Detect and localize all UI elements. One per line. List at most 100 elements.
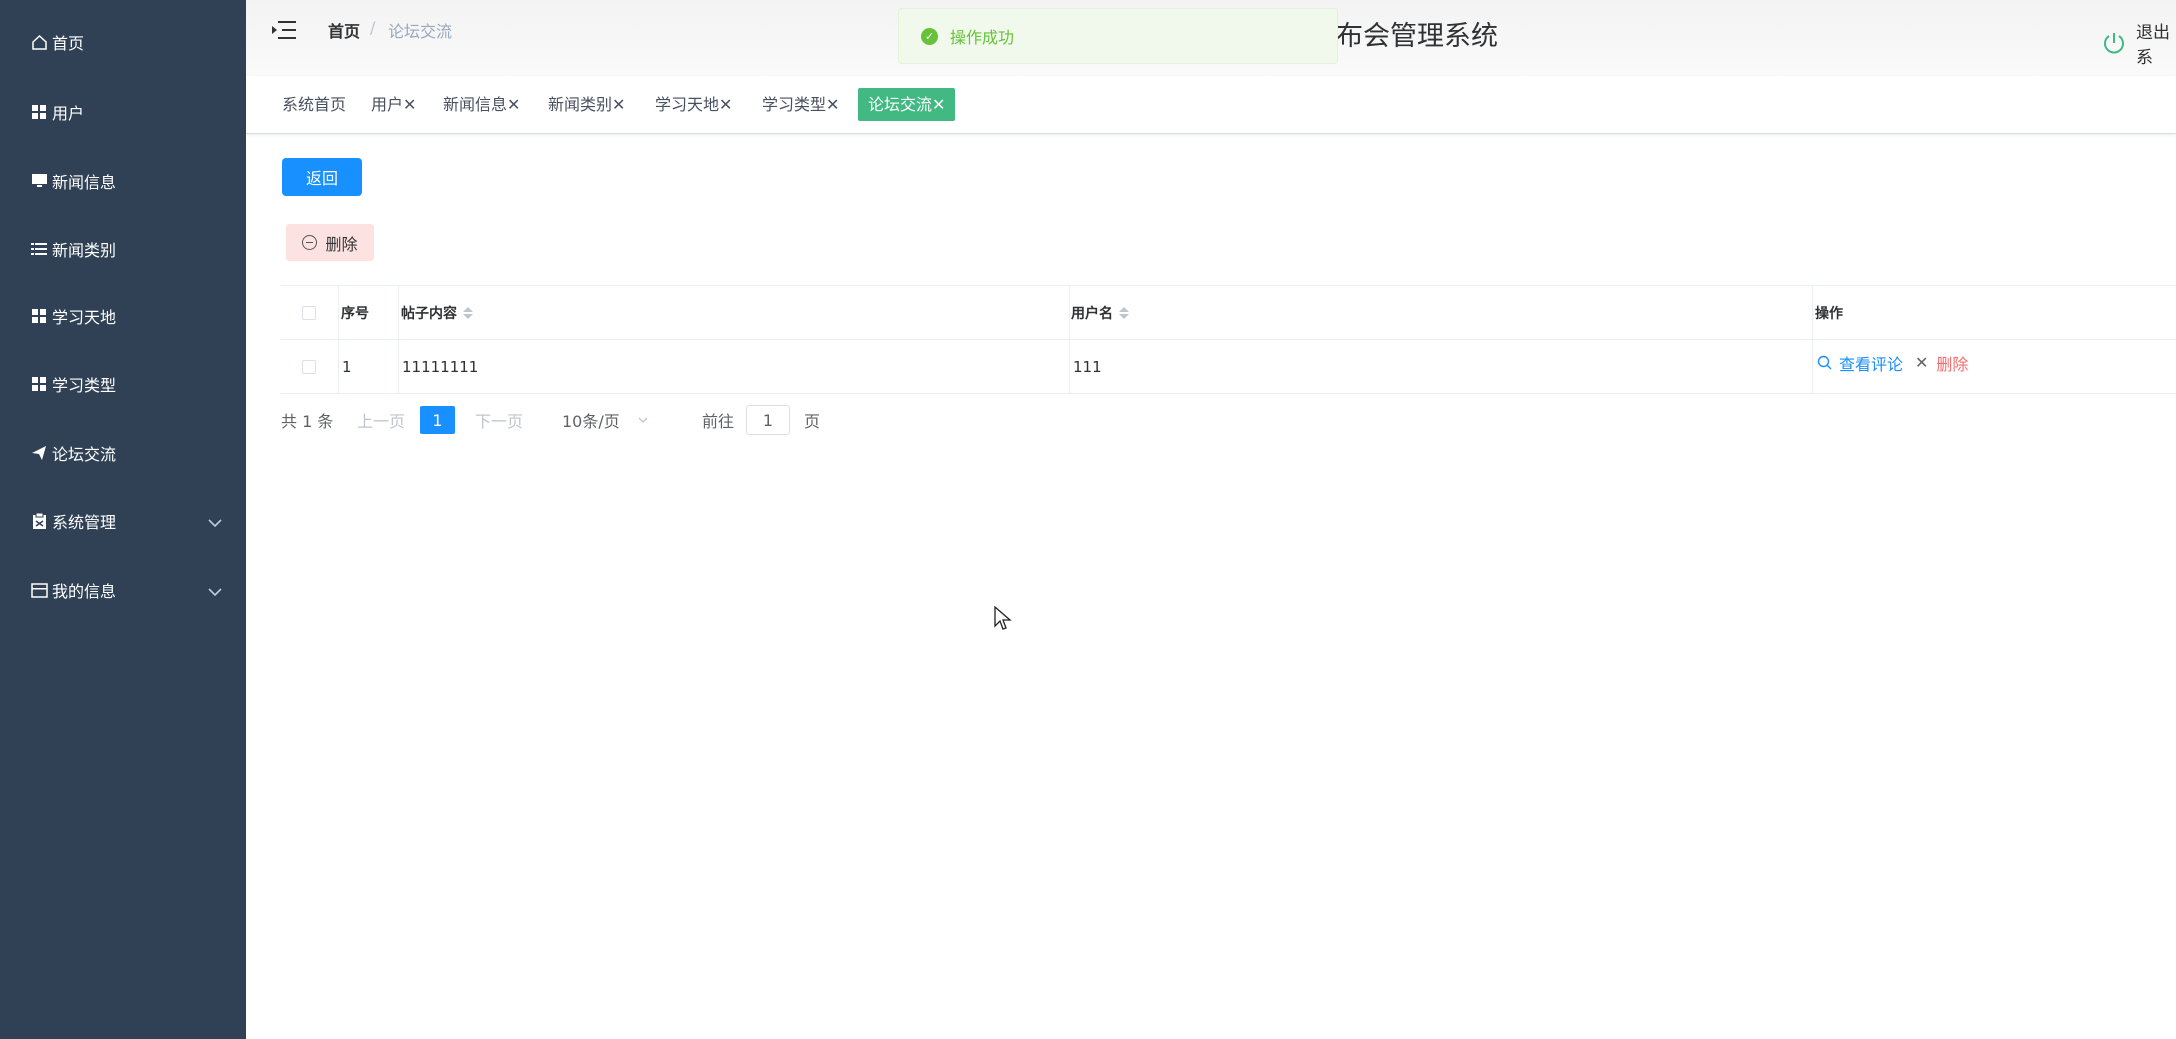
sidebar-item-study[interactable]: 学习天地 [0, 286, 246, 346]
sidebar-item-label: 系统管理 [52, 513, 117, 532]
sidebar-item-label: 用户 [52, 104, 85, 123]
grid-icon [30, 375, 48, 393]
sidebar-item-label: 新闻信息 [52, 173, 117, 192]
sidebar-item-forum[interactable]: 论坛交流 [0, 423, 246, 483]
tag-news-info[interactable]: 新闻信息✕ [437, 88, 526, 121]
chevron-down-icon [208, 513, 222, 532]
table-row: 1 11111111 111 查看评论 ✕ 删除 [281, 340, 2176, 394]
sidebar-item-label: 首页 [52, 34, 85, 53]
row-delete-label: 删除 [1936, 354, 1969, 374]
select-all-checkbox[interactable] [302, 305, 316, 320]
close-icon[interactable]: ✕ [612, 95, 625, 114]
tag-label: 新闻类别 [548, 95, 613, 114]
sort-caret-icon[interactable] [1119, 306, 1129, 319]
close-icon[interactable]: ✕ [507, 95, 520, 114]
sort-caret-icon[interactable] [463, 306, 473, 319]
batch-delete-button[interactable]: 删除 [286, 224, 374, 261]
close-icon[interactable]: ✕ [403, 95, 416, 114]
column-divider [398, 285, 399, 394]
sidebar-item-label: 论坛交流 [52, 445, 117, 464]
card-icon [30, 581, 48, 599]
sidebar-item-my-info[interactable]: 我的信息 [0, 560, 246, 620]
column-header-label: 用户名 [1071, 305, 1113, 322]
row-select-cell [281, 340, 337, 393]
close-icon[interactable]: ✕ [719, 95, 732, 114]
list-icon [30, 240, 48, 258]
column-header-label: 帖子内容 [401, 305, 457, 322]
column-header-index: 序号 [341, 305, 369, 322]
tag-study[interactable]: 学习天地✕ [649, 88, 738, 121]
breadcrumb-separator: / [370, 18, 376, 37]
row-content: 11111111 [402, 357, 479, 376]
page-size-select[interactable]: 10条/页 [562, 400, 648, 440]
goto-page-input[interactable]: 1 [746, 405, 790, 435]
next-page-button[interactable]: 下一页 [475, 400, 523, 440]
chevron-down-icon [638, 417, 648, 424]
monitor-icon [30, 172, 48, 190]
column-header-username[interactable]: 用户名 [1071, 286, 1571, 339]
logout-button[interactable]: 退出系 [2102, 18, 2176, 68]
power-icon [2102, 31, 2126, 55]
pagination: 共 1 条 上一页 1 下一页 10条/页 前往 1 页 [281, 400, 1181, 440]
column-divider [1812, 285, 1813, 394]
tag-label: 学习类型 [762, 95, 827, 114]
tag-study-type[interactable]: 学习类型✕ [756, 88, 845, 121]
column-divider [1069, 285, 1070, 394]
tag-label: 论坛交流 [868, 95, 933, 114]
page-suffix: 页 [804, 412, 821, 431]
breadcrumb-home[interactable]: 首页 [328, 18, 360, 42]
page-number-current[interactable]: 1 [420, 406, 455, 434]
tag-users[interactable]: 用户✕ [365, 88, 422, 121]
home-icon [30, 33, 48, 51]
sidebar-item-label: 新闻类别 [52, 241, 117, 260]
menu-toggle-icon[interactable] [272, 20, 296, 40]
success-toast: ✓ 操作成功 [898, 8, 1338, 64]
check-circle-icon: ✓ [921, 27, 938, 45]
sidebar: 首页 用户 新闻信息 新闻类别 学习天地 学习类型 论坛交流 系统管理 我的信息 [0, 0, 246, 1039]
sidebar-item-news-category[interactable]: 新闻类别 [0, 219, 246, 279]
tag-home[interactable]: 系统首页 [276, 88, 352, 121]
table-header: 序号 帖子内容 用户名 操作 [281, 285, 2176, 340]
delete-label: 删除 [325, 234, 358, 254]
sidebar-item-study-type[interactable]: 学习类型 [0, 354, 246, 414]
mouse-cursor-icon [994, 605, 1012, 636]
column-divider [338, 285, 339, 394]
back-button[interactable]: 返回 [282, 158, 362, 196]
sidebar-item-label: 学习天地 [52, 308, 117, 327]
row-index: 1 [342, 357, 352, 376]
breadcrumb-current: 论坛交流 [388, 22, 453, 41]
tags-view: 系统首页 用户✕ 新闻信息✕ 新闻类别✕ 学习天地✕ 学习类型✕ 论坛交流✕ [246, 76, 2176, 134]
view-comments-label: 查看评论 [1839, 354, 1904, 374]
row-checkbox[interactable] [302, 359, 316, 374]
send-icon [30, 444, 48, 462]
search-icon [1817, 355, 1832, 370]
grid-icon [30, 307, 48, 325]
logout-label: 退出系 [2136, 23, 2170, 68]
row-username: 111 [1073, 357, 1102, 376]
close-icon: ✕ [1915, 353, 1929, 372]
close-icon[interactable]: ✕ [826, 95, 839, 114]
minus-circle-icon [302, 235, 318, 250]
select-all-cell [281, 286, 337, 339]
page-size-value: 10条/页 [562, 412, 620, 431]
pagination-total: 共 1 条 [281, 412, 334, 431]
toast-message: 操作成功 [950, 28, 1015, 47]
column-header-content[interactable]: 帖子内容 [401, 286, 1001, 339]
view-comments-link[interactable]: 查看评论 [1817, 351, 1903, 375]
close-icon[interactable]: ✕ [932, 95, 945, 114]
sidebar-item-users[interactable]: 用户 [0, 82, 246, 142]
goto-label: 前往 [702, 412, 735, 431]
sidebar-item-label: 我的信息 [52, 582, 117, 601]
sidebar-item-home[interactable]: 首页 [0, 12, 246, 72]
tag-label: 新闻信息 [443, 95, 508, 114]
row-actions: 查看评论 ✕ 删除 [1817, 336, 2157, 389]
sidebar-item-news-info[interactable]: 新闻信息 [0, 151, 246, 211]
tag-label: 用户 [371, 95, 404, 114]
tag-forum[interactable]: 论坛交流✕ [858, 88, 956, 121]
sidebar-item-system[interactable]: 系统管理 [0, 491, 246, 551]
row-delete-link[interactable]: ✕ 删除 [1915, 351, 1968, 375]
tag-news-category[interactable]: 新闻类别✕ [542, 88, 631, 121]
prev-page-button[interactable]: 上一页 [357, 400, 405, 440]
main-area: 首页 / 论坛交流 布会管理系统 退出系 ✓ 操作成功 系统首页 用户✕ 新闻信… [246, 0, 2176, 1039]
navbar: 首页 / 论坛交流 布会管理系统 退出系 ✓ 操作成功 [246, 0, 2176, 76]
